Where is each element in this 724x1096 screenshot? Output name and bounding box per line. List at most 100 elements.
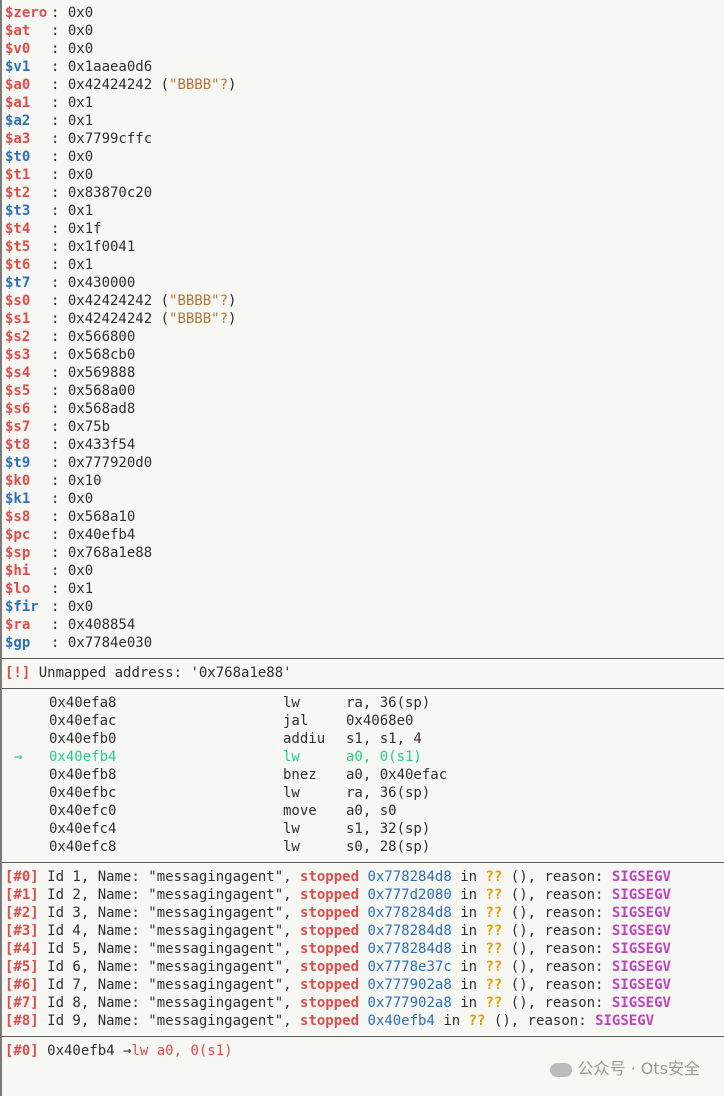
register-row: $a0: 0x42424242 ("BBBB"?) [2, 76, 724, 94]
register-value: 0x568cb0 [67, 347, 136, 363]
thread-in: in [451, 995, 486, 1011]
register-row: $sp: 0x768a1e88 [2, 544, 724, 562]
thread-reason: SIGSEGV [611, 887, 671, 903]
thread-function: ?? [485, 923, 503, 939]
register-name: $a3 [5, 131, 31, 147]
register-separator: : [51, 617, 68, 633]
thread-state: stopped [300, 923, 360, 939]
thread-state: stopped [300, 869, 360, 885]
thread-rest: (), reason: [485, 1013, 596, 1029]
register-row: $gp: 0x7784e030 [2, 634, 724, 652]
register-separator: : [51, 527, 68, 543]
register-value: 0x568a10 [67, 509, 136, 525]
register-separator: : [51, 203, 68, 219]
register-row: $ra: 0x408854 [2, 616, 724, 634]
instruction-row: 0x40efa8 lw ra, 36(sp) [2, 694, 724, 712]
paren-open: ( [152, 293, 170, 309]
register-name: $at [5, 23, 31, 39]
instruction-mnemonic: lw [283, 821, 300, 837]
register-separator: : [51, 275, 68, 291]
register-row: $k0: 0x10 [2, 472, 724, 490]
trace-address: 0x40efb4 [38, 1043, 124, 1059]
thread-id: Id 1, Name: "messagingagent", [38, 869, 301, 885]
register-row: $t8: 0x433f54 [2, 436, 724, 454]
register-separator: : [51, 419, 68, 435]
thread-function: ?? [468, 1013, 486, 1029]
thread-address: 0x777d2080 [367, 887, 452, 903]
register-separator: : [51, 239, 68, 255]
thread-in: in [451, 977, 486, 993]
thread-rest: (), reason: [502, 995, 612, 1011]
thread-rest: (), reason: [502, 905, 612, 921]
register-name: $k0 [5, 473, 31, 489]
register-separator: : [51, 545, 68, 561]
instruction-row: 0x40efc4 lw s1, 32(sp) [2, 820, 724, 838]
instruction-operands: s1, 32(sp) [346, 821, 431, 837]
instruction-mnemonic: move [283, 803, 317, 819]
register-row: $s2: 0x566800 [2, 328, 724, 346]
thread-row: [#0] Id 1, Name: "messagingagent", stopp… [2, 868, 724, 886]
register-string: "BBBB"? [169, 293, 229, 309]
trace-instruction: lw a0, 0(s1) [131, 1043, 233, 1059]
thread-index: [#7] [5, 995, 39, 1011]
register-row: $s1: 0x42424242 ("BBBB"?) [2, 310, 724, 328]
register-name: $pc [5, 527, 31, 543]
register-value: 0x569888 [67, 365, 136, 381]
instruction-mnemonic: jal [283, 713, 309, 729]
instruction-mnemonic: lw [283, 839, 300, 855]
current-arrow-icon: → [14, 749, 23, 765]
instruction-address: 0x40efbc [49, 785, 117, 801]
thread-index: [#6] [5, 977, 39, 993]
register-value: 0x1 [67, 581, 94, 597]
thread-function: ?? [485, 977, 503, 993]
register-value: 0x0 [67, 41, 94, 57]
register-row: $t3: 0x1 [2, 202, 724, 220]
thread-rest: (), reason: [502, 869, 612, 885]
terminal-window: $zero: 0x0 $at: 0x0 $v0: 0x0 $v1: 0x1aaea0d… [0, 0, 724, 1096]
instruction-address: 0x40efc8 [49, 839, 117, 855]
thread-index: [#2] [5, 905, 39, 921]
thread-reason: SIGSEGV [611, 959, 671, 975]
wechat-icon [549, 1062, 572, 1077]
register-row: $s6: 0x568ad8 [2, 400, 724, 418]
thread-id: Id 9, Name: "messagingagent", [38, 1013, 301, 1029]
thread-state: stopped [300, 995, 360, 1011]
register-value: 0x0 [67, 149, 94, 165]
register-name: $a1 [5, 95, 31, 111]
register-row: $fir: 0x0 [2, 598, 724, 616]
register-row: $k1: 0x0 [2, 490, 724, 508]
thread-function: ?? [485, 905, 503, 921]
instruction-operands: s0, 28(sp) [346, 839, 431, 855]
thread-rest: (), reason: [502, 941, 612, 957]
register-name: $t8 [5, 437, 31, 453]
instruction-mnemonic: addiu [283, 731, 326, 747]
instruction-row: 0x40efb0 addiu s1, s1, 4 [2, 730, 724, 748]
thread-in: in [451, 959, 486, 975]
register-separator: : [51, 131, 68, 147]
divider [2, 688, 724, 689]
instruction-address: 0x40efac [49, 713, 117, 729]
register-name: $k1 [5, 491, 31, 507]
paren-close: ) [228, 77, 237, 93]
thread-row: [#2] Id 3, Name: "messagingagent", stopp… [2, 904, 724, 922]
register-value: 0x42424242 [67, 293, 153, 309]
register-name: $t6 [5, 257, 31, 273]
register-separator: : [51, 599, 68, 615]
thread-state: stopped [300, 941, 360, 957]
register-separator: : [51, 257, 68, 273]
register-row: $t0: 0x0 [2, 148, 724, 166]
register-value: 0x0 [67, 167, 94, 183]
register-separator: : [51, 59, 68, 75]
register-name: $s5 [5, 383, 31, 399]
register-name: $s6 [5, 401, 31, 417]
instruction-mnemonic: lw [283, 785, 300, 801]
thread-id: Id 6, Name: "messagingagent", [38, 959, 301, 975]
register-separator: : [51, 473, 68, 489]
register-string: "BBBB"? [169, 311, 229, 327]
thread-state: stopped [300, 887, 360, 903]
thread-id: Id 4, Name: "messagingagent", [38, 923, 301, 939]
thread-state: stopped [300, 977, 360, 993]
register-name: $s3 [5, 347, 31, 363]
thread-function: ?? [485, 869, 503, 885]
register-separator: : [51, 563, 68, 579]
